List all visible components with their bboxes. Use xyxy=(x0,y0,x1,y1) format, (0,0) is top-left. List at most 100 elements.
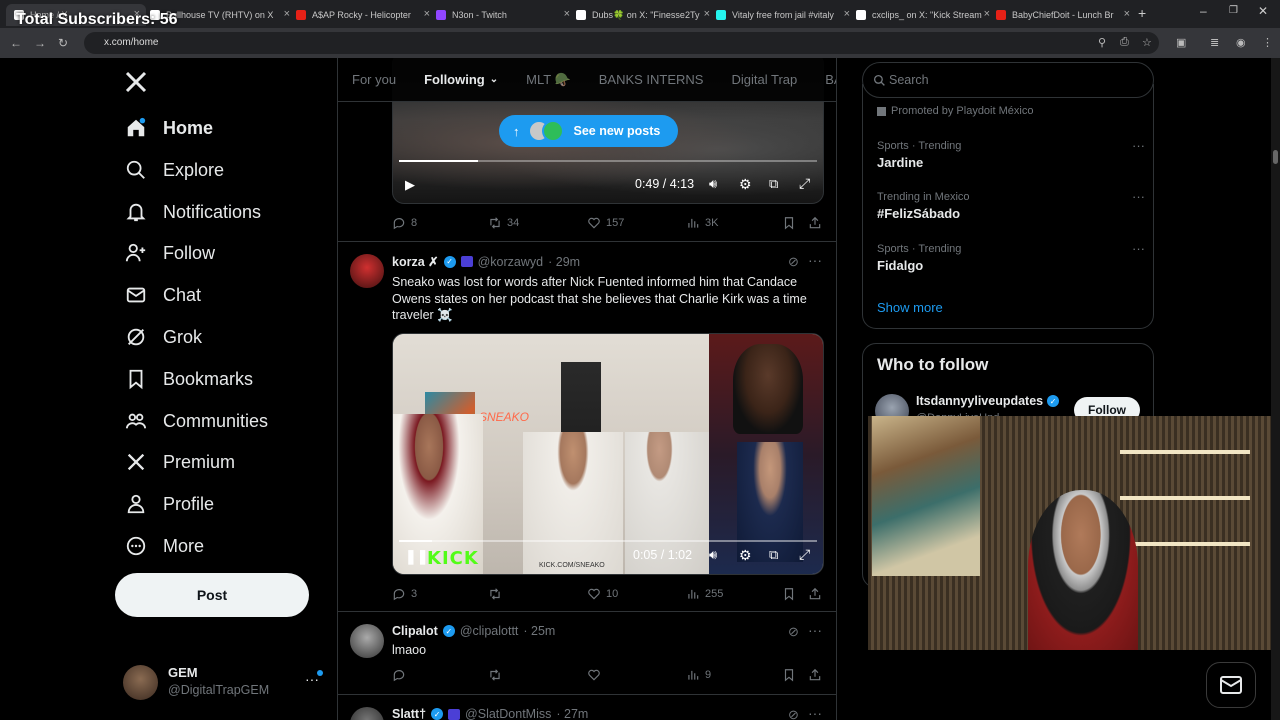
grok-icon[interactable]: ⊘ xyxy=(788,254,799,270)
like-button[interactable]: 157 xyxy=(587,216,624,230)
forward-icon[interactable]: → xyxy=(34,36,46,50)
browser-menu-icon[interactable]: ⋮ xyxy=(1262,36,1273,49)
close-window-icon[interactable]: ✕ xyxy=(1258,4,1268,18)
author-name[interactable]: korza ✗ xyxy=(392,254,439,269)
reply-button[interactable]: 3 xyxy=(392,587,417,601)
more-dots-icon[interactable]: ··· xyxy=(808,622,822,638)
tab-following[interactable]: Following ⌄ xyxy=(410,72,512,87)
pause-icon[interactable]: ❚❚ xyxy=(405,548,428,565)
nav-premium[interactable]: Premium xyxy=(125,447,235,477)
account-switcher[interactable]: GEM @DigitalTrapGEM ··· xyxy=(123,663,323,701)
extensions-icon[interactable]: ▣ xyxy=(1176,36,1186,49)
views-button[interactable]: 255 xyxy=(686,587,723,601)
author-handle[interactable]: @korzawyd xyxy=(478,255,544,269)
tab-for-you[interactable]: For you xyxy=(338,72,410,87)
nav-follow[interactable]: Follow xyxy=(125,238,215,268)
tab-digital-trap[interactable]: Digital Trap xyxy=(717,72,811,87)
author-name[interactable]: Clipalot xyxy=(392,624,438,638)
close-tab-icon[interactable]: × xyxy=(564,8,570,20)
share-button[interactable] xyxy=(808,216,822,230)
views-button[interactable]: 3K xyxy=(686,216,718,230)
minimize-icon[interactable]: – xyxy=(1200,4,1207,18)
tab-bau[interactable]: BAU xyxy=(811,72,836,87)
author-handle[interactable]: @SlatDontMiss xyxy=(465,707,551,720)
nav-communities[interactable]: Communities xyxy=(125,406,268,436)
close-tab-icon[interactable]: × xyxy=(1124,8,1130,20)
more-dots-icon[interactable]: ··· xyxy=(808,252,822,268)
nav-notifications[interactable]: Notifications xyxy=(125,197,261,227)
video-player[interactable]: SNEAKO KICK KICK.COM/SNEAKO ❚❚ 0:05 / 1:… xyxy=(392,333,824,575)
pip-icon[interactable]: ⧉ xyxy=(769,547,778,563)
fullscreen-icon[interactable]: ⤢ xyxy=(799,175,810,192)
more-dots-icon[interactable]: ··· xyxy=(808,705,822,720)
like-button[interactable]: 10 xyxy=(587,587,618,601)
settings-icon[interactable]: ⚙ xyxy=(739,176,752,193)
profile-icon[interactable]: ◉ xyxy=(1236,36,1246,49)
tab-banks-interns[interactable]: BANKS INTERNS xyxy=(585,72,718,87)
video-progress-bar[interactable] xyxy=(399,160,817,162)
nav-explore[interactable]: Explore xyxy=(125,155,224,185)
repost-button[interactable]: 34 xyxy=(488,216,519,230)
install-icon[interactable]: ⎙ xyxy=(1120,36,1129,49)
new-tab-icon[interactable]: + xyxy=(1138,5,1146,21)
more-dots-icon[interactable]: ··· xyxy=(1132,138,1145,153)
grok-icon[interactable]: ⊘ xyxy=(788,707,799,720)
reply-button[interactable]: 8 xyxy=(392,216,417,230)
browser-tab[interactable]: cxclips_ on X: "Kick Stream × xyxy=(856,4,990,26)
avatar[interactable] xyxy=(350,707,384,720)
nav-chat[interactable]: Chat xyxy=(125,280,201,310)
post-button[interactable]: Post xyxy=(115,573,309,617)
browser-tab[interactable]: A$AP Rocky - Helicopter × xyxy=(296,4,430,26)
browser-tab[interactable]: BabyChiefDoit - Lunch Br × xyxy=(996,4,1130,26)
more-dots-icon[interactable]: ··· xyxy=(1132,189,1145,204)
reply-button[interactable] xyxy=(392,668,411,682)
messages-button[interactable] xyxy=(1206,662,1256,708)
volume-icon[interactable]: 🔊︎ xyxy=(709,176,717,192)
url-field[interactable]: x.com/home xyxy=(84,32,1159,54)
volume-icon[interactable]: 🔊︎ xyxy=(709,547,717,563)
more-dots-icon[interactable]: ··· xyxy=(1132,241,1145,256)
zoom-icon[interactable]: ⚲ xyxy=(1098,36,1106,49)
tweet[interactable]: Clipalot ✓ @clipalottt · 25m ⊘ ··· lmaoo… xyxy=(338,612,836,695)
close-tab-icon[interactable]: × xyxy=(284,8,290,20)
fullscreen-icon[interactable]: ⤢ xyxy=(799,546,810,563)
browser-tab[interactable]: Vitaly free from jail #vitaly × xyxy=(716,4,850,26)
settings-icon[interactable]: ⚙ xyxy=(739,547,752,564)
nav-grok[interactable]: Grok xyxy=(125,322,202,352)
trend-item[interactable]: Sports · Trending Fidalgo ··· xyxy=(877,241,1145,273)
nav-bookmarks[interactable]: Bookmarks xyxy=(125,364,253,394)
like-button[interactable] xyxy=(587,668,606,682)
tweet[interactable]: korza ✗ ✓ @korzawyd · 29m ⊘ ··· Sneako w… xyxy=(338,242,836,612)
close-tab-icon[interactable]: × xyxy=(844,8,850,20)
maximize-icon[interactable]: ❐ xyxy=(1229,5,1238,16)
bookmark-button[interactable] xyxy=(782,216,796,230)
x-logo-icon[interactable] xyxy=(124,70,148,94)
page-scrollbar[interactable] xyxy=(1271,58,1280,720)
tab-search-icon[interactable]: ≣ xyxy=(1210,36,1219,49)
avatar[interactable] xyxy=(350,624,384,658)
see-new-posts-button[interactable]: ↑ See new posts xyxy=(499,115,678,147)
suggestion-name-row[interactable]: Itsdannyyliveupdates ✓ xyxy=(916,394,1060,408)
tab-mlt[interactable]: MLT 🪖 xyxy=(512,72,585,88)
nav-more[interactable]: More xyxy=(125,531,204,561)
author-handle[interactable]: @clipalottt xyxy=(460,624,519,638)
scrollbar-thumb[interactable] xyxy=(1273,150,1278,164)
bookmark-button[interactable] xyxy=(782,668,796,682)
close-tab-icon[interactable]: × xyxy=(424,8,430,20)
repost-button[interactable] xyxy=(488,587,507,601)
author-name[interactable]: Slatt† xyxy=(392,707,426,720)
repost-button[interactable] xyxy=(488,668,507,682)
pip-icon[interactable]: ⧉ xyxy=(769,176,778,192)
reload-icon[interactable]: ↻ xyxy=(58,36,68,50)
tweet[interactable]: Slatt† ✓ @SlatDontMiss · 27m ⊘ ··· xyxy=(338,695,836,720)
show-more-link[interactable]: Show more xyxy=(877,300,943,315)
trend-item[interactable]: Sports · Trending Jardine ··· xyxy=(877,138,1145,170)
views-button[interactable]: 9 xyxy=(686,668,711,682)
browser-tab[interactable]: Dubs🍀 on X: "Finesse2Ty × xyxy=(576,4,710,26)
close-tab-icon[interactable]: × xyxy=(704,8,710,20)
share-button[interactable] xyxy=(808,587,822,601)
nav-home[interactable]: Home xyxy=(125,113,213,143)
bookmark-star-icon[interactable]: ☆ xyxy=(1142,36,1152,49)
browser-tab[interactable]: N3on - Twitch × xyxy=(436,4,570,26)
play-icon[interactable]: ▶ xyxy=(405,177,415,193)
